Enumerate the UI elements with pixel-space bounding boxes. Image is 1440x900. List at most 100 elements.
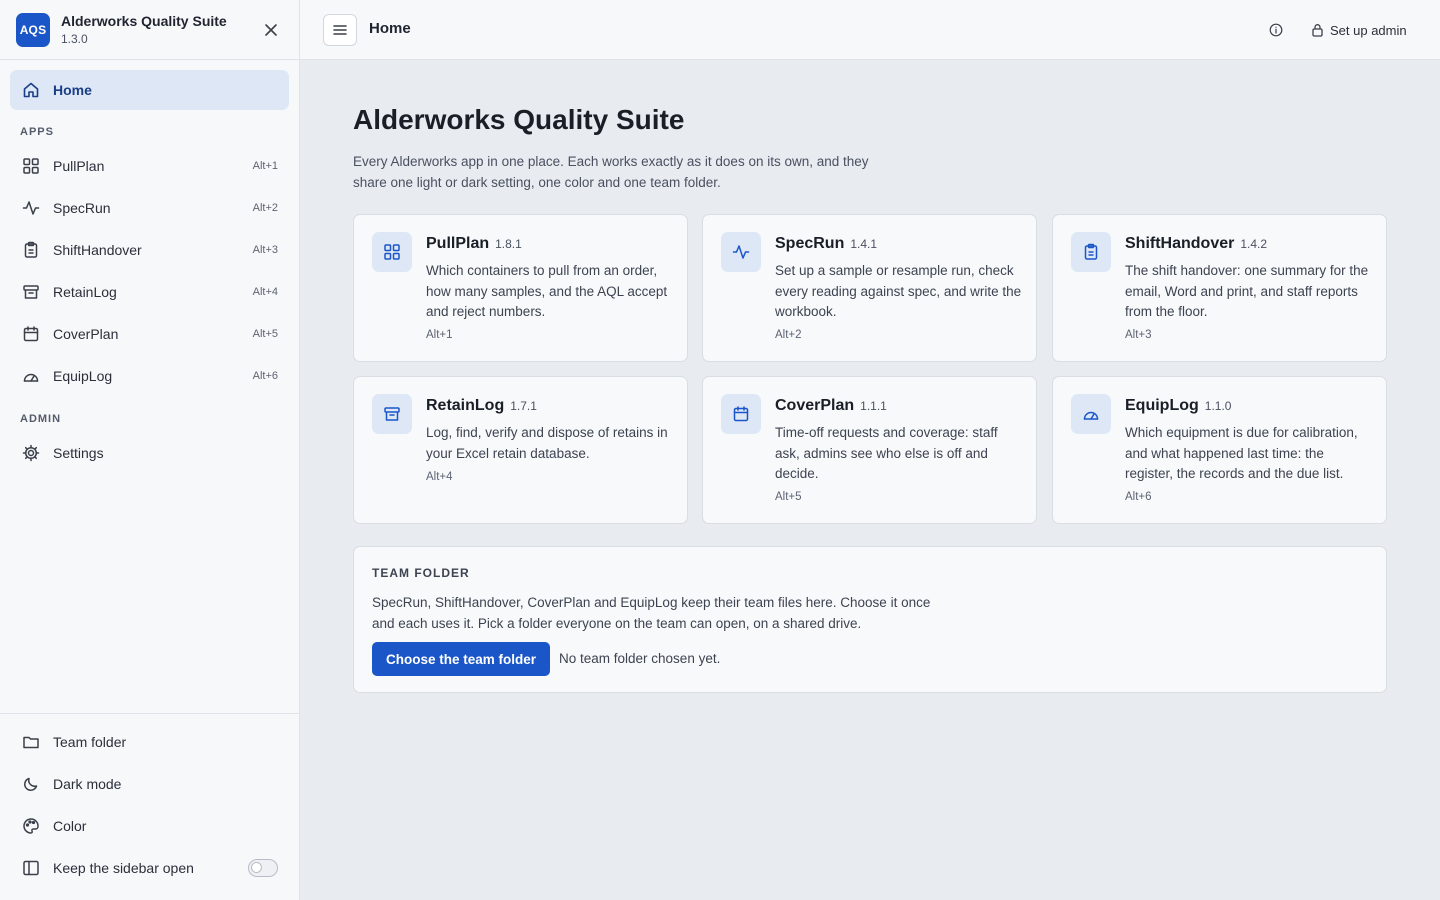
card-title: CoverPlan 1.1.1 bbox=[775, 397, 887, 415]
shortcut-hint: Alt+2 bbox=[252, 202, 278, 214]
home-icon bbox=[22, 81, 40, 99]
sidebar-item-color[interactable]: Color bbox=[10, 806, 289, 846]
page-breadcrumb: Home bbox=[369, 20, 411, 37]
card-title: PullPlan 1.8.1 bbox=[426, 235, 522, 253]
page-description: Every Alderworks app in one place. Each … bbox=[353, 154, 869, 190]
clipboard-icon bbox=[22, 241, 40, 259]
sidebar-brand: AQS Alderworks Quality Suite 1.3.0 bbox=[0, 0, 299, 60]
card-name: EquipLog bbox=[1125, 397, 1199, 414]
sidebar-item-label: ShiftHandover bbox=[53, 242, 142, 258]
top-bar: Home Set up admin bbox=[300, 0, 1440, 60]
shortcut-hint: Alt+3 bbox=[252, 244, 278, 256]
sidebar-item-label: Dark mode bbox=[53, 776, 122, 792]
sidebar-icon bbox=[22, 859, 40, 877]
close-sidebar-button[interactable] bbox=[260, 19, 282, 41]
sidebar-item-retainlog[interactable]: RetainLog Alt+4 bbox=[10, 272, 289, 312]
app-card-shifthandover[interactable]: ShiftHandover 1.4.2 The shift handover: o… bbox=[1052, 214, 1387, 362]
sidebar-item-specrun[interactable]: SpecRun Alt+2 bbox=[10, 188, 289, 228]
activity-icon bbox=[22, 199, 40, 217]
palette-icon bbox=[22, 817, 40, 835]
clipboard-icon bbox=[1071, 232, 1111, 272]
lock-icon bbox=[1312, 24, 1323, 37]
card-shortcut: Alt+6 bbox=[1125, 491, 1152, 503]
page-title: Alderworks Quality Suite bbox=[353, 104, 685, 135]
card-version: 1.8.1 bbox=[495, 237, 522, 251]
moon-icon bbox=[22, 775, 40, 793]
sidebar-item-label: Home bbox=[53, 82, 92, 98]
sidebar-item-label: Color bbox=[53, 818, 87, 834]
card-name: CoverPlan bbox=[775, 397, 855, 414]
set-up-admin-button[interactable]: Set up admin bbox=[1308, 16, 1410, 44]
team-folder-status: No team folder chosen yet. bbox=[559, 651, 721, 666]
card-version: 1.1.1 bbox=[860, 399, 887, 413]
team-folder-panel: TEAM FOLDER SpecRun, ShiftHandover, Cove… bbox=[353, 546, 1387, 693]
app-card-retainlog[interactable]: RetainLog 1.7.1 Log, find, verify and dis… bbox=[353, 376, 688, 524]
card-shortcut: Alt+2 bbox=[775, 329, 802, 341]
grid-icon bbox=[22, 157, 40, 175]
gauge-icon bbox=[1071, 394, 1111, 434]
shortcut-hint: Alt+5 bbox=[252, 328, 278, 340]
sidebar-item-label: EquipLog bbox=[53, 368, 113, 384]
app-version: 1.3.0 bbox=[61, 32, 88, 46]
card-shortcut: Alt+3 bbox=[1125, 329, 1152, 341]
sidebar-item-team-folder[interactable]: Team folder bbox=[10, 722, 289, 762]
sidebar-item-shifthandover[interactable]: ShiftHandover Alt+3 bbox=[10, 230, 289, 270]
sidebar-item-coverplan[interactable]: CoverPlan Alt+5 bbox=[10, 314, 289, 354]
grid-icon bbox=[372, 232, 412, 272]
archive-icon bbox=[22, 283, 40, 301]
hamburger-icon bbox=[333, 25, 347, 35]
card-version: 1.1.0 bbox=[1204, 399, 1232, 413]
card-shortcut: Alt+4 bbox=[426, 471, 453, 483]
card-description: Which containers to pull from an order, … bbox=[426, 263, 668, 319]
card-version: 1.4.2 bbox=[1240, 237, 1268, 251]
card-shortcut: Alt+5 bbox=[775, 491, 802, 503]
card-description: Log, find, verify and dispose of retains… bbox=[426, 425, 668, 461]
app-logo: AQS bbox=[16, 13, 50, 47]
app-card-coverplan[interactable]: CoverPlan 1.1.1 Time-off requests and cov… bbox=[702, 376, 1037, 524]
gauge-icon bbox=[22, 367, 40, 385]
card-title: RetainLog 1.7.1 bbox=[426, 397, 537, 415]
card-description: Time-off requests and coverage: staff as… bbox=[775, 425, 998, 481]
sidebar-item-home[interactable]: Home bbox=[10, 70, 289, 110]
archive-icon bbox=[372, 394, 412, 434]
card-name: SpecRun bbox=[775, 235, 845, 252]
sidebar-item-dark-mode[interactable]: Dark mode bbox=[10, 764, 289, 804]
close-icon bbox=[265, 24, 277, 36]
card-title: SpecRun 1.4.1 bbox=[775, 235, 877, 253]
sidebar-item-label: PullPlan bbox=[53, 158, 105, 174]
sidebar-item-settings[interactable]: Settings bbox=[10, 433, 289, 473]
calendar-icon bbox=[721, 394, 761, 434]
shortcut-hint: Alt+6 bbox=[252, 370, 278, 382]
sidebar-item-pullplan[interactable]: PullPlan Alt+1 bbox=[10, 146, 289, 186]
card-name: RetainLog bbox=[426, 397, 505, 414]
sidebar-item-equiplog[interactable]: EquipLog Alt+6 bbox=[10, 356, 289, 396]
toggle-knob bbox=[251, 862, 262, 873]
sidebar-item-label: SpecRun bbox=[53, 200, 111, 216]
keep-sidebar-open-toggle[interactable] bbox=[248, 859, 278, 877]
card-version: 1.7.1 bbox=[510, 399, 537, 413]
apps-section-heading: APPS bbox=[20, 126, 54, 138]
team-folder-description: SpecRun, ShiftHandover, CoverPlan and Eq… bbox=[372, 595, 931, 631]
card-description: Which equipment is due for calibration, … bbox=[1125, 425, 1358, 481]
folder-icon bbox=[22, 733, 40, 751]
activity-icon bbox=[721, 232, 761, 272]
info-button[interactable] bbox=[1266, 20, 1286, 40]
info-icon bbox=[1269, 23, 1283, 37]
sidebar-item-label: Team folder bbox=[53, 734, 127, 750]
card-shortcut: Alt+1 bbox=[426, 329, 453, 341]
menu-button[interactable] bbox=[323, 14, 357, 46]
app-name: Alderworks Quality Suite bbox=[61, 13, 227, 29]
admin-section-heading: ADMIN bbox=[20, 413, 62, 425]
calendar-icon bbox=[22, 325, 40, 343]
app-card-pullplan[interactable]: PullPlan 1.8.1 Which containers to pull f… bbox=[353, 214, 688, 362]
choose-team-folder-button[interactable]: Choose the team folder bbox=[372, 642, 551, 676]
card-name: ShiftHandover bbox=[1125, 235, 1235, 252]
card-title: EquipLog 1.1.0 bbox=[1125, 397, 1231, 415]
card-description: The shift handover: one summary for the … bbox=[1125, 263, 1369, 319]
sidebar: AQS Alderworks Quality Suite 1.3.0 Home … bbox=[0, 0, 300, 900]
app-card-equiplog[interactable]: EquipLog 1.1.0 Which equipment is due for… bbox=[1052, 376, 1387, 524]
card-version: 1.4.1 bbox=[850, 237, 878, 251]
sidebar-item-label: RetainLog bbox=[53, 284, 117, 300]
app-card-specrun[interactable]: SpecRun 1.4.1 Set up a sample or resample… bbox=[702, 214, 1037, 362]
card-name: PullPlan bbox=[426, 235, 490, 252]
